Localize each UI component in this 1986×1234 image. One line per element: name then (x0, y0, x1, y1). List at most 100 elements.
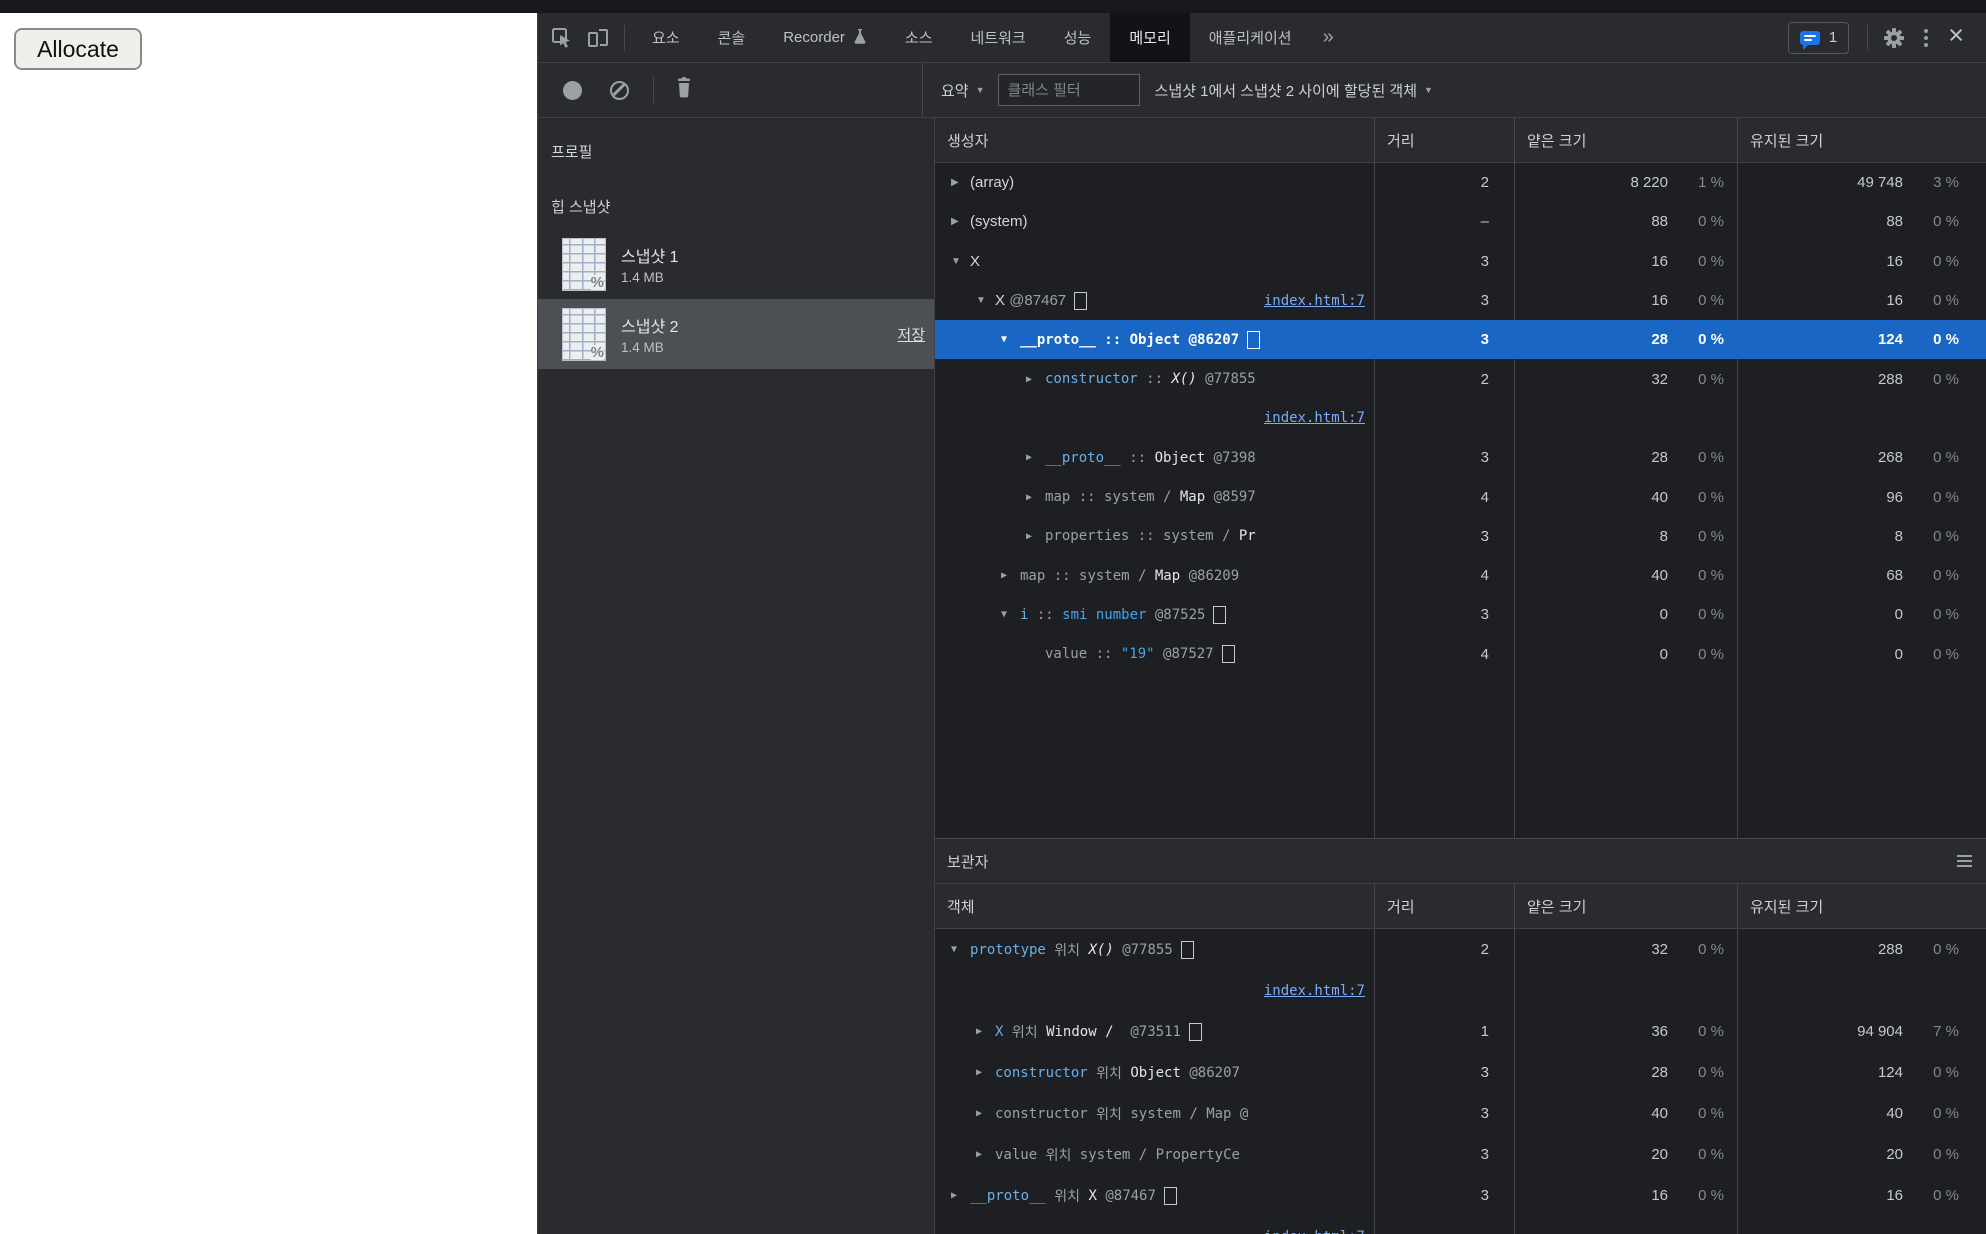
expand-arrow-expanded[interactable]: ▼ (951, 256, 970, 267)
issues-button[interactable]: 1 (1787, 21, 1850, 54)
name-cell: ▼ X (935, 242, 1375, 281)
table-row[interactable]: ▶ map :: system / Map @8597 4 40 0 % 96 0 % (935, 477, 1986, 516)
expand-arrow-expanded[interactable]: ▼ (951, 944, 970, 955)
table-row[interactable]: ▶ constructor 위치 Object @86207 3 28 0 % 124 0 … (935, 1052, 1986, 1093)
tab-성능[interactable]: 성능 (1045, 13, 1111, 62)
expand-arrow-expanded[interactable]: ▼ (1001, 609, 1020, 620)
column-header-object[interactable]: 객체 (935, 884, 1375, 928)
shallow-size-percent: 0 % (1698, 488, 1724, 506)
text-segment: system / (1079, 1146, 1156, 1163)
source-link[interactable]: index.html:7 (1264, 410, 1365, 426)
delete-profile-icon[interactable] (674, 77, 694, 103)
inspect-element-icon[interactable] (547, 23, 577, 53)
expand-arrow-collapsed[interactable]: ▶ (976, 1149, 995, 1160)
shallow-size-line: 16 0 % (1515, 281, 1724, 320)
text-segment: 위치 (1037, 1147, 1080, 1164)
table-row[interactable]: ▼ X @87467 index.html:7 3 16 0 % 16 0 % (935, 281, 1986, 320)
expand-arrow-collapsed[interactable]: ▶ (1026, 374, 1045, 385)
column-header-constructor[interactable]: 생성자 (935, 118, 1375, 162)
name-cell: ▶ constructor 위치 Object @86207 (935, 1052, 1375, 1093)
retained-size-percent: 0 % (1933, 252, 1959, 270)
snapshot-item-1[interactable]: % 스냅샷 1 1.4 MB (538, 229, 934, 299)
row-line-wrap: index.html:7 (935, 970, 1375, 1011)
table-row[interactable]: ▶ value 위치 system / PropertyCe 3 20 0 % 20 0 % (935, 1134, 1986, 1175)
table-row[interactable]: ▶ properties :: system / Pr 3 8 0 % 8 0 % (935, 517, 1986, 556)
tab-요소[interactable]: 요소 (633, 13, 699, 62)
distance-line: 1 (1375, 1011, 1489, 1052)
retained-size-cell: 94 904 7 % (1738, 1011, 1986, 1052)
table-row[interactable]: ▶ X 위치 Window / @73511 1 36 0 % 94 904 7 % (935, 1011, 1986, 1052)
table-row[interactable]: ▶ constructor :: X() @77855 index.html:7 2 3… (935, 359, 1986, 438)
expand-arrow-collapsed[interactable]: ▶ (976, 1026, 995, 1037)
snapshot-scope-select[interactable]: 스냅샷 1에서 스냅샷 2 사이에 할당된 객체 ▼ (1155, 80, 1433, 101)
table-row[interactable]: ▶ map :: system / Map @86209 4 40 0 % 68 0 % (935, 556, 1986, 595)
expand-arrow-collapsed[interactable]: ▶ (951, 177, 970, 188)
source-link[interactable]: index.html:7 (1264, 293, 1375, 309)
table-row[interactable]: ▶ (array) 2 8 220 1 % 49 748 3 % (935, 163, 1986, 202)
table-row[interactable]: ▶ constructor 위치 system / Map @ 3 40 0 % 40 0 … (935, 1093, 1986, 1134)
expand-arrow-collapsed[interactable]: ▶ (1001, 570, 1020, 581)
shallow-size-cell: 8 220 1 % (1515, 163, 1738, 202)
table-row[interactable]: ▶ (system) – 88 0 % 88 0 % (935, 202, 1986, 241)
tab-메모리[interactable]: 메모리 (1110, 13, 1190, 62)
snapshot-item-2[interactable]: % 스냅샷 2 1.4 MB 저장 (538, 299, 934, 369)
column-header-retained-size[interactable]: 유지된 크기 (1738, 118, 1986, 162)
row-line: ▶ constructor 위치 Object @86207 (935, 1052, 1375, 1093)
column-header-retained-size[interactable]: 유지된 크기 (1738, 884, 1986, 928)
retained-size-value: 16 (1886, 292, 1903, 310)
name-cell: ▼ __proto__ :: Object @86207 (935, 320, 1375, 359)
text-segment: constructor (1045, 371, 1138, 388)
column-header-distance[interactable]: 거리 (1375, 884, 1515, 928)
text-segment: system / (1163, 528, 1239, 545)
more-tabs-button[interactable]: » (1311, 26, 1346, 49)
tab-네트워크[interactable]: 네트워크 (952, 13, 1045, 62)
column-header-distance[interactable]: 거리 (1375, 118, 1515, 162)
expand-arrow-collapsed[interactable]: ▶ (976, 1067, 995, 1078)
expand-arrow-collapsed[interactable]: ▶ (1026, 492, 1045, 503)
table-row[interactable]: ▼ i :: smi number @87525 3 0 0 % 0 0 % (935, 595, 1986, 634)
settings-gear-icon[interactable] (1879, 23, 1909, 53)
save-snapshot-link[interactable]: 저장 (897, 324, 925, 345)
allocate-button[interactable]: Allocate (14, 28, 142, 70)
expand-arrow-expanded[interactable]: ▼ (976, 295, 995, 306)
close-devtools-icon[interactable]: × (1940, 22, 1976, 53)
toolbar-separator (653, 77, 654, 103)
column-header-shallow-size[interactable]: 얕은 크기 (1515, 118, 1738, 162)
retainers-menu-icon[interactable] (1957, 855, 1972, 867)
expand-arrow-collapsed[interactable]: ▶ (1026, 452, 1045, 463)
name-cell: ▼ X @87467 index.html:7 (935, 281, 1375, 320)
clear-profiles-icon[interactable] (610, 80, 629, 100)
class-filter-input[interactable] (997, 74, 1140, 106)
record-heap-icon[interactable] (563, 80, 582, 100)
retained-size-line: 88 0 % (1738, 202, 1959, 241)
name-cell: ▶ constructor 위치 system / Map @ (935, 1093, 1375, 1134)
tab-애플리케이션[interactable]: 애플리케이션 (1190, 13, 1311, 62)
table-row[interactable]: ▶ __proto__ :: Object @7398 3 28 0 % 268 0 % (935, 438, 1986, 477)
expand-arrow-expanded[interactable]: ▼ (1001, 334, 1020, 345)
table-row[interactable]: ▼ X 3 16 0 % 16 0 % (935, 242, 1986, 281)
expand-arrow-collapsed[interactable]: ▶ (951, 1190, 970, 1201)
shallow-size-cell: 16 0 % (1515, 242, 1738, 281)
table-row[interactable]: ▼ __proto__ :: Object @86207 3 28 0 % 124 0 % (935, 320, 1986, 360)
tab-Recorder[interactable]: Recorder (764, 13, 886, 62)
shallow-size-value: 32 (1651, 941, 1668, 958)
expand-arrow-collapsed[interactable]: ▶ (976, 1108, 995, 1119)
source-link[interactable]: index.html:7 (1264, 1229, 1365, 1234)
device-toolbar-icon[interactable] (583, 23, 613, 53)
expand-arrow-collapsed[interactable]: ▶ (951, 216, 970, 227)
shallow-size-value: 16 (1651, 292, 1668, 310)
table-row[interactable]: ▼ prototype 위치 X() @77855 index.html:7 2 32 0… (935, 929, 1986, 1011)
retained-size-line: 40 0 % (1738, 1093, 1959, 1134)
column-header-shallow-size[interactable]: 얕은 크기 (1515, 884, 1738, 928)
tab-소스[interactable]: 소스 (886, 13, 952, 62)
tab-콘솔[interactable]: 콘솔 (699, 13, 765, 62)
perspective-select[interactable]: 요약 ▼ (941, 80, 985, 101)
table-row[interactable]: value :: "19" @87527 4 0 0 % 0 0 % (935, 635, 1986, 674)
table-row[interactable]: ▶__proto__ 위치 X @87467 index.html:7 3 16 0 %… (935, 1175, 1986, 1234)
retained-size-line: 288 0 % (1738, 359, 1959, 398)
kebab-menu-icon[interactable] (1912, 28, 1940, 47)
source-link[interactable]: index.html:7 (1264, 983, 1365, 999)
expand-arrow-collapsed[interactable]: ▶ (1026, 531, 1045, 542)
retained-size-value: 68 (1886, 567, 1903, 585)
distance-line: 2 (1375, 163, 1489, 202)
